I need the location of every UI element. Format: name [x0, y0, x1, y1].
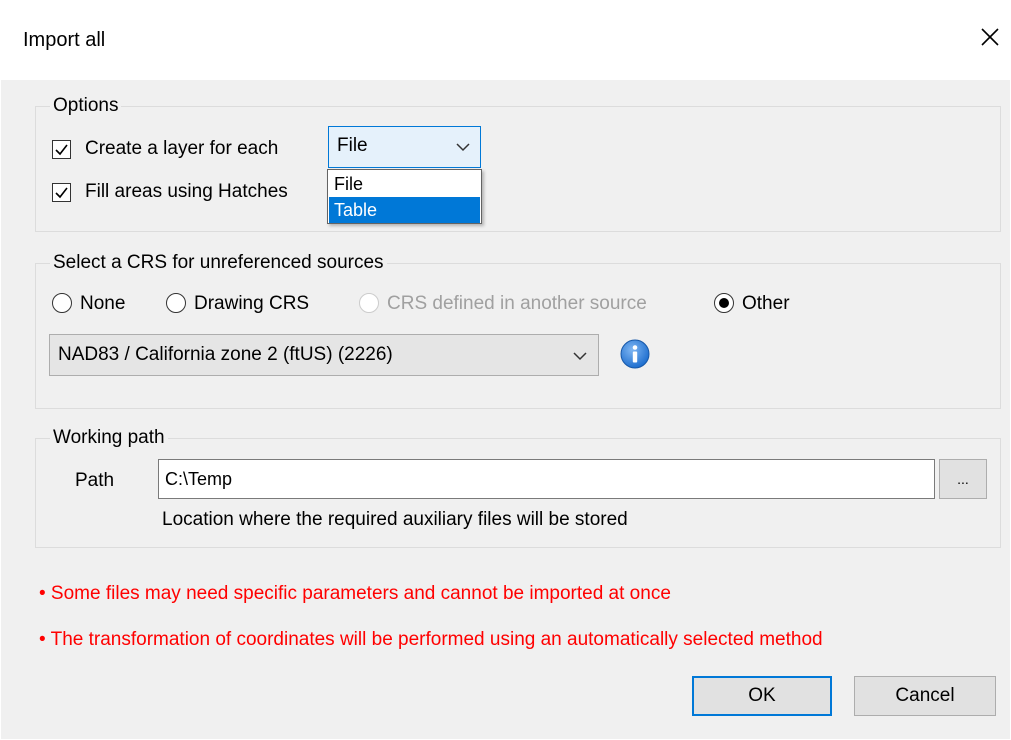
- layer-type-combo[interactable]: File: [328, 126, 481, 168]
- radio-drawing-crs[interactable]: [166, 293, 186, 313]
- cancel-button[interactable]: Cancel: [854, 676, 996, 716]
- options-group: [35, 106, 1001, 232]
- cancel-button-label: Cancel: [895, 685, 955, 706]
- browse-button-label: ...: [957, 471, 969, 487]
- check-icon: [55, 144, 68, 156]
- crs-combo[interactable]: NAD83 / California zone 2 (ftUS) (2226): [49, 334, 599, 376]
- create-layer-checkbox[interactable]: [52, 140, 71, 159]
- chevron-down-icon: [456, 143, 470, 152]
- browse-button[interactable]: ...: [939, 459, 987, 499]
- radio-drawing-crs-label: Drawing CRS: [194, 293, 310, 314]
- title-bar: Import all: [0, 0, 1011, 80]
- radio-selected-dot: [719, 298, 729, 308]
- layer-type-value: File: [337, 135, 368, 156]
- close-button[interactable]: [975, 22, 1005, 52]
- ok-button-label: OK: [748, 685, 776, 706]
- crs-legend: Select a CRS for unreferenced sources: [50, 252, 387, 274]
- ok-button[interactable]: OK: [692, 676, 832, 716]
- dropdown-option-table[interactable]: Table: [329, 197, 480, 223]
- fill-hatches-label: Fill areas using Hatches: [85, 181, 288, 202]
- warning-line: • The transformation of coordinates will…: [39, 629, 823, 650]
- path-input-box[interactable]: [158, 459, 935, 499]
- create-layer-label: Create a layer for each: [85, 138, 279, 159]
- radio-other-label: Other: [742, 293, 790, 314]
- chevron-down-icon: [573, 352, 587, 361]
- warning-line: • Some files may need specific parameter…: [39, 583, 671, 604]
- radio-none-label: None: [80, 293, 126, 314]
- fill-hatches-checkbox[interactable]: [52, 183, 71, 202]
- layer-type-dropdown: File Table: [327, 169, 482, 224]
- path-label: Path: [75, 470, 115, 491]
- radio-crs-another-source-label: CRS defined in another source: [387, 293, 647, 314]
- dialog-title: Import all: [23, 29, 106, 51]
- close-icon: [981, 28, 999, 46]
- path-input[interactable]: [159, 460, 934, 498]
- crs-combo-value: NAD83 / California zone 2 (ftUS) (2226): [58, 344, 393, 365]
- working-path-legend: Working path: [50, 427, 168, 449]
- path-hint: Location where the required auxiliary fi…: [162, 509, 628, 530]
- radio-other[interactable]: [714, 293, 734, 313]
- options-legend: Options: [50, 95, 122, 117]
- check-icon: [55, 187, 68, 199]
- radio-none[interactable]: [52, 293, 72, 313]
- dropdown-option-file[interactable]: File: [329, 171, 480, 197]
- radio-crs-another-source[interactable]: [359, 293, 379, 313]
- info-icon[interactable]: [619, 338, 651, 370]
